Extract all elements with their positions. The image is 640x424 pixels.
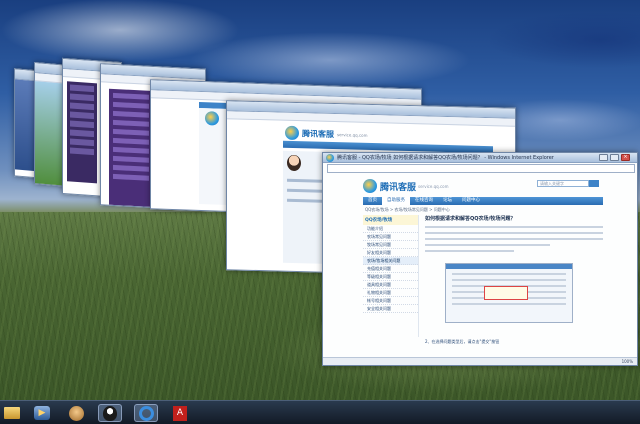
nav-item-self-service[interactable]: 自助服务 <box>382 197 410 205</box>
breadcrumb[interactable]: QQ农场/牧场 > 农场/牧场常见问题 > 问题中心 <box>365 207 450 213</box>
list-item[interactable]: 安全相关问题 <box>363 305 418 313</box>
left-menu-heading: QQ农场/牧场 <box>363 215 418 225</box>
list-item[interactable]: 农场常见问题 <box>363 233 418 241</box>
zoom-level[interactable]: 100% <box>622 359 633 364</box>
taskbar-ie-button[interactable] <box>134 404 158 422</box>
internet-explorer-icon <box>138 405 154 421</box>
site-main-nav: 首页 自助服务 在线咨询 论坛 问题中心 <box>363 197 603 205</box>
article-screenshot <box>445 263 573 323</box>
qq-icon <box>103 405 117 421</box>
text-line <box>425 238 603 240</box>
maximize-button[interactable] <box>610 154 619 161</box>
close-button[interactable]: × <box>621 154 630 161</box>
list-item[interactable]: 好友相关问题 <box>363 249 418 257</box>
nav-item-online-chat[interactable]: 在线咨询 <box>410 197 438 205</box>
site-brand-sub: service.qq.com <box>337 131 368 138</box>
window-browser-front[interactable]: 腾讯客服 - QQ农场/牧场 如何根据请求和解答QQ农场/牧场问题？ - Win… <box>322 152 638 366</box>
qq-service-logo-icon <box>205 111 219 126</box>
close-icon: × <box>623 154 628 160</box>
user-avatar-icon <box>68 405 84 421</box>
taskbar: ▶ A <box>0 400 640 424</box>
highlight-box <box>484 286 528 300</box>
taskbar-avatar-button[interactable] <box>64 404 88 422</box>
text-line <box>425 250 514 252</box>
site-brand: 腾讯客服 <box>380 182 417 193</box>
nav-item-faq-center[interactable]: 问题中心 <box>457 197 485 205</box>
article-footnote: 2、在选择问题类型后，请点击"提交"按钮 <box>425 339 500 344</box>
list-item[interactable]: 道具相关问题 <box>363 281 418 289</box>
taskbar-media-button[interactable]: ▶ <box>30 404 54 422</box>
site-brand: 腾讯客服 <box>302 128 334 139</box>
left-category-menu: QQ农场/牧场 功能介绍 农场常见问题 牧场常见问题 好友相关问题 农场/牧场相… <box>363 215 419 337</box>
text-line <box>425 232 603 234</box>
list-item[interactable]: 功能介绍 <box>363 225 418 233</box>
status-bar: 100% <box>323 357 637 365</box>
list-item[interactable]: 帐号相关问题 <box>363 297 418 305</box>
minimize-button[interactable] <box>599 154 608 161</box>
address-bar[interactable] <box>327 164 635 173</box>
qq-service-logo-icon <box>285 125 299 141</box>
purple-panel <box>67 81 97 184</box>
media-player-icon: ▶ <box>34 406 50 420</box>
article-title: 如何根据请求和解答QQ农场/牧场问题？ <box>425 216 516 222</box>
list-item[interactable]: 充值相关问题 <box>363 265 418 273</box>
pdf-reader-icon: A <box>173 405 187 421</box>
search-button[interactable] <box>589 180 599 187</box>
window-title: 腾讯客服 - QQ农场/牧场 如何根据请求和解答QQ农场/牧场问题？ - Win… <box>337 155 554 161</box>
window-titlebar[interactable]: 腾讯客服 - QQ农场/牧场 如何根据请求和解答QQ农场/牧场问题？ - Win… <box>323 153 637 163</box>
nav-item-home[interactable]: 首页 <box>363 197 382 205</box>
nav-item-forum[interactable]: 论坛 <box>438 197 457 205</box>
ie-icon <box>326 154 334 162</box>
screenshot-header <box>446 264 572 269</box>
list-item[interactable]: 牧场常见问题 <box>363 241 418 249</box>
text-line <box>425 244 550 246</box>
article-body: 如何根据请求和解答QQ农场/牧场问题？ <box>425 215 603 337</box>
avatar <box>287 154 301 172</box>
folder-icon <box>4 407 20 419</box>
search-input[interactable]: 请输入关键字 <box>537 180 589 187</box>
purple-panel <box>109 88 153 207</box>
list-item[interactable]: 等级相关问题 <box>363 273 418 281</box>
list-item[interactable]: 农场/牧场相关问题 <box>363 257 418 265</box>
list-item[interactable]: 礼物相关问题 <box>363 289 418 297</box>
site-brand-sub: service.qq.com <box>418 183 449 189</box>
qq-service-logo-icon <box>363 179 377 193</box>
taskbar-pdf-button[interactable]: A <box>168 404 192 422</box>
taskbar-qq-button[interactable] <box>98 404 122 422</box>
taskbar-explorer-button[interactable] <box>0 404 24 422</box>
text-line <box>425 226 603 228</box>
